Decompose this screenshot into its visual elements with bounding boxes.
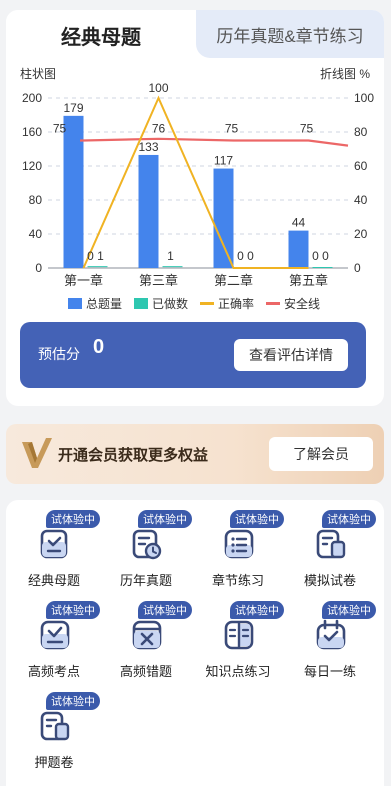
item-label: 高频错题 [119, 664, 172, 679]
vip-v-icon [22, 438, 52, 468]
item-mock-exam[interactable]: 试体验中 模拟试卷 [284, 504, 376, 590]
trial-badge: 试体验中 [46, 692, 100, 710]
bar-done-label: 0 0 [237, 249, 254, 263]
bar-done [312, 267, 333, 268]
tab-bar: 经典母题 历年真题&章节练习 [6, 10, 384, 60]
bar-total [63, 115, 84, 268]
bar-done-label: 1 [167, 249, 174, 263]
item-label: 经典母题 [27, 573, 80, 588]
item-hot-topics[interactable]: 试体验中 高频考点 [8, 595, 100, 681]
left-tick-label: 40 [29, 227, 43, 241]
trial-badge: 试体验中 [322, 601, 376, 619]
tab-classic[interactable]: 经典母题 [6, 10, 196, 60]
legend-label: 安全线 [284, 296, 320, 311]
item-prediction-paper[interactable]: 试体验中 押题卷 [8, 686, 100, 772]
item-label: 历年真题 [119, 573, 172, 588]
estimate-panel: 预估分 0 查看评估详情 [20, 322, 366, 388]
x-tick-label: 第三章 [139, 273, 178, 288]
bar-done [162, 266, 183, 268]
bar-total-label: 117 [214, 154, 233, 168]
left-tick-label: 0 [35, 261, 42, 275]
item-daily-practice[interactable]: 试体验中 每日一练 [284, 595, 376, 681]
vip-banner[interactable]: 开通会员获取更多权益 了解会员 [6, 424, 384, 484]
right-tick-label: 100 [354, 91, 374, 105]
item-label: 知识点练习 [205, 664, 271, 679]
trial-badge: 试体验中 [230, 510, 284, 528]
bar-done [87, 266, 108, 268]
x-tick-label: 第二章 [214, 273, 253, 288]
right-tick-label: 20 [354, 227, 368, 241]
line-safe-label: 76 [152, 122, 166, 136]
trial-badge: 试体验中 [46, 601, 100, 619]
doc-clock-icon [132, 529, 162, 560]
calendar-check-icon [316, 619, 346, 650]
item-label: 每日一练 [303, 664, 356, 679]
left-tick-label: 120 [22, 159, 42, 173]
item-label: 押题卷 [34, 755, 74, 770]
item-classic[interactable]: 试体验中 经典母题 [8, 504, 100, 590]
right-tick-label: 80 [354, 125, 368, 139]
bar-done-label: 0 0 [312, 249, 329, 263]
list-icon [224, 529, 254, 559]
item-label: 高频考点 [27, 664, 80, 679]
bar-total-label: 133 [138, 140, 158, 154]
line-accuracy [82, 95, 309, 269]
item-label: 章节练习 [211, 573, 264, 588]
bar-total [288, 230, 309, 268]
trial-badge: 试体验中 [230, 601, 284, 619]
legend-label: 总题量 [86, 297, 122, 311]
check-tray-icon [40, 620, 70, 650]
line-safe [80, 137, 349, 147]
line-accuracy-peak-label: 100 [148, 81, 168, 95]
trial-badge: 试体验中 [138, 601, 192, 619]
bar-total-label: 44 [292, 216, 306, 230]
feature-grid: 试体验中 经典母题 试体验中 历年真题 试体验中 章节练习 试体验中 模拟试卷 … [6, 500, 384, 786]
item-label: 模拟试卷 [303, 573, 356, 588]
bar-total-label: 179 [63, 101, 83, 115]
item-past-exams[interactable]: 试体验中 历年真题 [100, 504, 192, 590]
bar-total [138, 154, 159, 268]
trial-badge: 试体验中 [138, 510, 192, 528]
right-tick-label: 0 [354, 261, 361, 275]
line-safe-label: 75 [300, 122, 314, 136]
chart-card: 经典母题 历年真题&章节练习 柱状图 折线图 % 0 40 80 120 160 200 … [6, 10, 384, 406]
exam-paper-icon [40, 711, 70, 741]
right-tick-label: 40 [354, 193, 368, 207]
check-doc-icon [40, 529, 68, 559]
vip-text: 开通会员获取更多权益 [58, 447, 209, 464]
left-tick-label: 80 [29, 193, 43, 207]
legend-swatch [68, 298, 82, 309]
legend-swatch [266, 302, 280, 305]
left-tick-label: 200 [22, 91, 42, 105]
estimate-score: 0 [93, 336, 105, 358]
chart-svg: 柱状图 折线图 % 04080120160200 020406080100 17… [20, 66, 374, 311]
trial-badge: 试体验中 [46, 510, 100, 528]
estimate-label: 预估分 [38, 346, 80, 362]
x-tick-label: 第五章 [289, 273, 328, 288]
bar-done-label: 0 1 [87, 249, 104, 263]
chart: 柱状图 折线图 % 0 40 80 120 160 200 0 20 40 60 80 100 17… [6, 64, 384, 314]
wrong-box-icon [132, 620, 162, 650]
legend-label: 已做数 [152, 296, 188, 311]
view-estimate-button[interactable]: 查看评估详情 [234, 339, 348, 371]
right-axis-title: 折线图 % [320, 66, 370, 81]
left-tick-label: 160 [22, 125, 42, 139]
paper-icon [316, 529, 346, 559]
legend-swatch [134, 298, 148, 309]
line-safe-label: 75 [53, 122, 67, 136]
item-chapter-practice[interactable]: 试体验中 章节练习 [192, 504, 284, 590]
legend-label: 正确率 [218, 296, 254, 311]
line-safe-label: 75 [225, 122, 239, 136]
trial-badge: 试体验中 [322, 510, 376, 528]
right-tick-label: 60 [354, 159, 368, 173]
item-knowledge-points[interactable]: 试体验中 知识点练习 [192, 595, 284, 681]
left-axis-title: 柱状图 [20, 66, 56, 81]
bar-total [213, 168, 234, 268]
book-icon [224, 620, 254, 650]
tab-past-exams[interactable]: 历年真题&章节练习 [196, 10, 384, 58]
x-tick-label: 第一章 [64, 273, 103, 288]
learn-vip-button[interactable]: 了解会员 [269, 437, 373, 471]
legend-swatch [200, 302, 214, 305]
item-frequent-errors[interactable]: 试体验中 高频错题 [100, 595, 192, 681]
